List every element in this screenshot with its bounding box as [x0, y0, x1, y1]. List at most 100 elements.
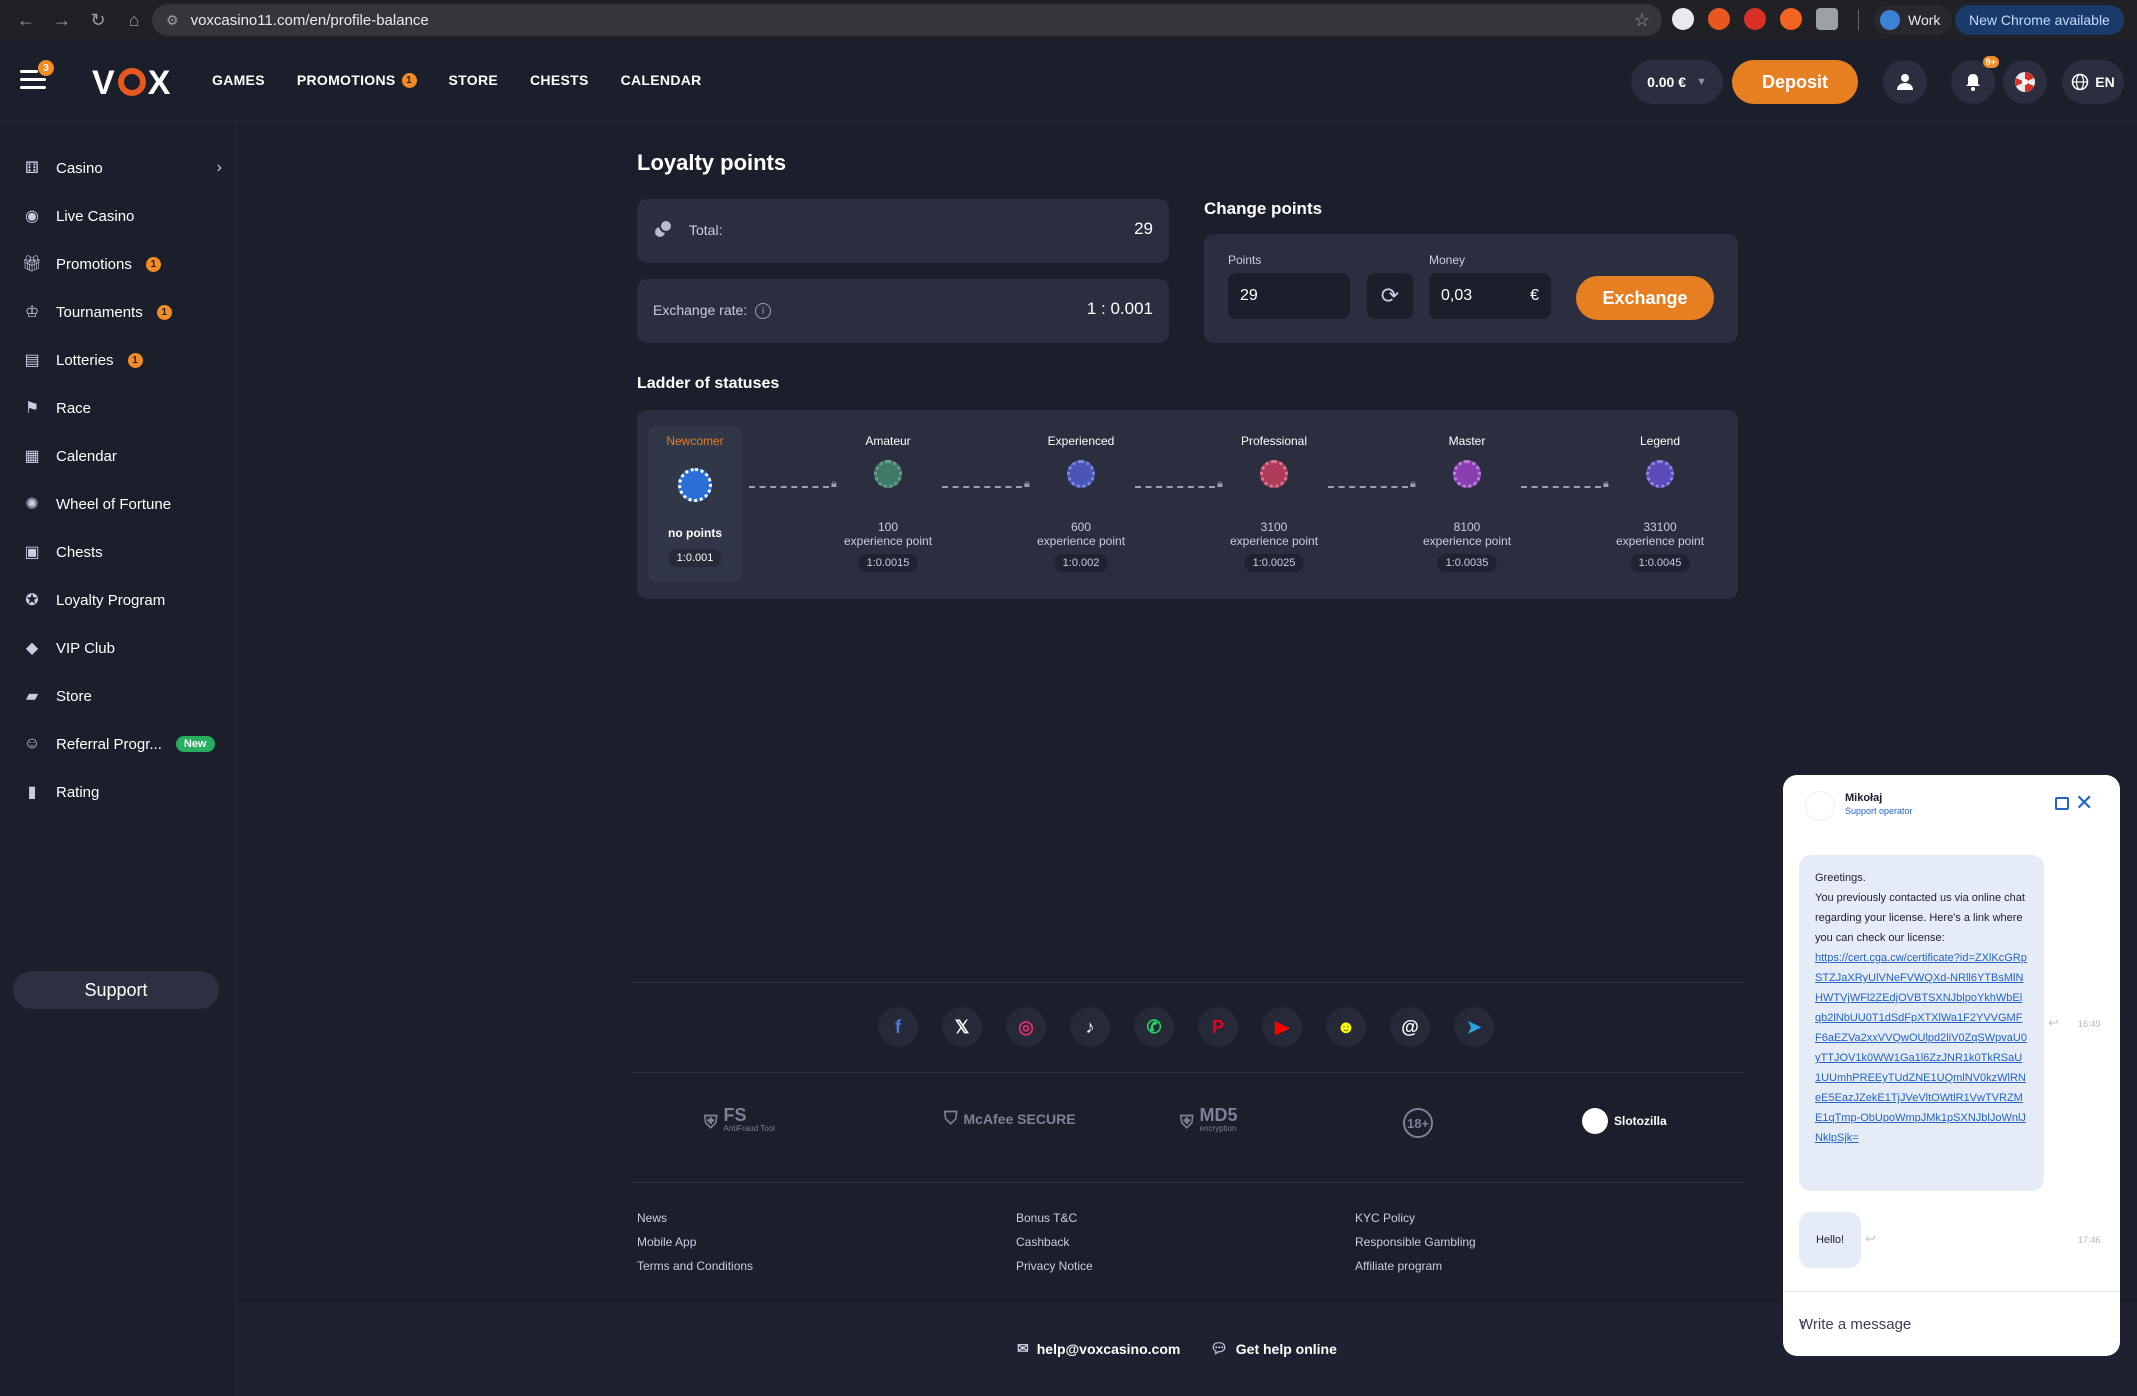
message-time: 16:49 [2078, 1019, 2101, 1029]
reply-icon[interactable]: ↩ [1865, 1231, 1876, 1247]
language-selector[interactable]: EN [2062, 60, 2124, 104]
sidebar-item-rating[interactable]: ▮ Rating [22, 774, 222, 810]
nav-store[interactable]: STORE [449, 72, 498, 88]
sidebar-item-live-casino[interactable]: ◉ Live Casino [22, 198, 222, 234]
status-points: 3100 [1260, 520, 1288, 534]
reload-icon[interactable]: ↻ [80, 2, 116, 38]
forward-icon[interactable]: → [44, 2, 80, 38]
newcomer-chip-icon [678, 468, 712, 502]
sidebar-item-lotteries[interactable]: ▤ Lotteries 1 [22, 342, 222, 378]
profile-icon[interactable] [1883, 60, 1927, 104]
gift-icon: 🎁︎ [21, 256, 43, 273]
sidebar-item-loyalty-program[interactable]: ✪ Loyalty Program [22, 582, 222, 618]
puzzle-icon[interactable] [1816, 8, 1838, 30]
instagram-icon[interactable]: ◎ [1006, 1007, 1046, 1047]
x-icon[interactable]: 𝕏 [942, 1007, 982, 1047]
ladder-connector [942, 486, 1022, 488]
nav-chests[interactable]: CHESTS [530, 72, 589, 88]
points-input[interactable]: 29 [1228, 273, 1350, 319]
footer-link-terms[interactable]: Terms and Conditions [637, 1259, 753, 1273]
notifications-icon[interactable]: 9+ [1951, 56, 1999, 104]
close-icon[interactable]: ✕ [2075, 790, 2093, 816]
sidebar-item-chests[interactable]: ▣ Chests [22, 534, 222, 570]
sidebar-item-race[interactable]: ⚑ Race [22, 390, 222, 426]
lottery-icon: ▤ [24, 352, 40, 369]
swap-icon[interactable]: ⟳ [1367, 273, 1413, 319]
site-info-icon[interactable]: ⚙ [166, 12, 179, 29]
extension-icon[interactable] [1744, 8, 1766, 30]
deposit-button[interactable]: Deposit [1732, 60, 1858, 104]
pinterest-icon[interactable]: P [1198, 1007, 1238, 1047]
sidebar-item-tournaments[interactable]: ♔ Tournaments 1 [22, 294, 222, 330]
currency-symbol: € [1530, 287, 1539, 304]
license-link[interactable]: https://cert.cga.cw/certificate?id=ZXlKc… [1815, 952, 2027, 1144]
bookmark-star-icon[interactable]: ☆ [1634, 10, 1650, 31]
footer-link-privacy[interactable]: Privacy Notice [1016, 1259, 1093, 1273]
status-unit: experience point [1036, 534, 1126, 548]
nav-calendar[interactable]: CALENDAR [621, 72, 702, 88]
address-bar[interactable]: ⚙ voxcasino11.com/en/profile-balance ☆ [152, 4, 1662, 36]
menu-badge: 3 [38, 60, 54, 76]
footer-link-cashback[interactable]: Cashback [1016, 1235, 1069, 1249]
send-arrow-icon[interactable]: ↑ [1799, 1316, 1807, 1333]
sidebar-item-vip-club[interactable]: ◆ VIP Club [22, 630, 222, 666]
extension-icon[interactable] [1672, 8, 1694, 30]
site-logo[interactable]: VX [92, 64, 171, 103]
sidebar-item-casino[interactable]: ⚅ Casino › [22, 150, 222, 186]
home-icon[interactable]: ⌂ [116, 2, 152, 38]
footer-link-news[interactable]: News [637, 1211, 667, 1225]
update-label: New Chrome available [1969, 12, 2110, 28]
support-button[interactable]: Support [13, 971, 219, 1009]
site-header: 3 VX GAMES PROMOTIONS 1 STORE CHESTS CALE… [0, 40, 2137, 122]
profile-button[interactable]: Work [1874, 5, 1953, 35]
email-link[interactable]: ✉ help@voxcasino.com [1017, 1340, 1180, 1357]
update-chrome-button[interactable]: New Chrome available [1955, 5, 2124, 35]
email-text: help@voxcasino.com [1036, 1340, 1181, 1357]
youtube-icon[interactable]: ▶ [1262, 1007, 1302, 1047]
chat-input[interactable]: Write a message ↑ [1783, 1291, 2120, 1356]
status-unit: experience point [1422, 534, 1512, 548]
extension-icon[interactable] [1708, 8, 1730, 30]
footer-link-responsible-gambling[interactable]: Responsible Gambling [1355, 1235, 1476, 1249]
dice-icon: ⚅ [25, 160, 39, 177]
facebook-icon[interactable]: f [878, 1007, 918, 1047]
referral-icon: ☺ [23, 735, 41, 752]
nav-promotions[interactable]: PROMOTIONS 1 [297, 72, 417, 88]
help-online-link[interactable]: 💬︎ Get help online [1210, 1340, 1337, 1357]
back-icon[interactable]: ← [8, 2, 44, 38]
status-points-wrap: 3100 experience point [1204, 520, 1344, 548]
total-label: Total: [689, 222, 723, 238]
footer-link-affiliate[interactable]: Affiliate program [1355, 1259, 1442, 1273]
sidebar-item-referral[interactable]: ☺ Referral Progr... New [22, 726, 222, 762]
reply-icon[interactable]: ↩ [2048, 1015, 2059, 1031]
telegram-icon[interactable]: ➤ [1454, 1007, 1494, 1047]
menu-toggle-icon[interactable]: 3 [18, 60, 54, 94]
footer-link-kyc[interactable]: KYC Policy [1355, 1211, 1415, 1225]
sidebar-item-calendar[interactable]: ▦ Calendar [22, 438, 222, 474]
divider [632, 1182, 1744, 1183]
chevron-down-icon: ▼ [1696, 76, 1707, 88]
footer-link-bonus-tc[interactable]: Bonus T&C [1016, 1211, 1077, 1225]
snapchat-icon[interactable]: ☻ [1326, 1007, 1366, 1047]
profile-label: Work [1908, 12, 1941, 28]
user-message: Hello! [1799, 1212, 1861, 1268]
info-icon[interactable]: i [755, 303, 772, 320]
exchange-button[interactable]: Exchange [1576, 276, 1714, 320]
wheel-bonus-icon[interactable] [2003, 60, 2047, 104]
nav-games[interactable]: GAMES [212, 72, 265, 88]
whatsapp-icon[interactable]: ✆ [1134, 1007, 1174, 1047]
legend-chip-icon [1646, 460, 1674, 488]
threads-icon[interactable]: @ [1390, 1007, 1430, 1047]
operator-name: Mikołaj [1845, 792, 1883, 804]
money-input[interactable]: 0,03 € [1429, 273, 1551, 319]
sidebar-item-wheel-of-fortune[interactable]: ✺ Wheel of Fortune [22, 486, 222, 522]
balance-dropdown[interactable]: 0.00 € ▼ [1631, 60, 1723, 104]
sidebar-item-store[interactable]: ▰ Store [22, 678, 222, 714]
footer-link-mobile-app[interactable]: Mobile App [637, 1235, 696, 1249]
minimize-icon[interactable] [2055, 797, 2069, 810]
balance-value: 0.00 € [1647, 74, 1687, 90]
message-text: Hello! [1815, 1234, 1845, 1246]
sidebar-item-promotions[interactable]: 🎁︎ Promotions 1 [22, 246, 222, 282]
tiktok-icon[interactable]: ♪ [1070, 1007, 1110, 1047]
extension-icon[interactable] [1780, 8, 1802, 30]
